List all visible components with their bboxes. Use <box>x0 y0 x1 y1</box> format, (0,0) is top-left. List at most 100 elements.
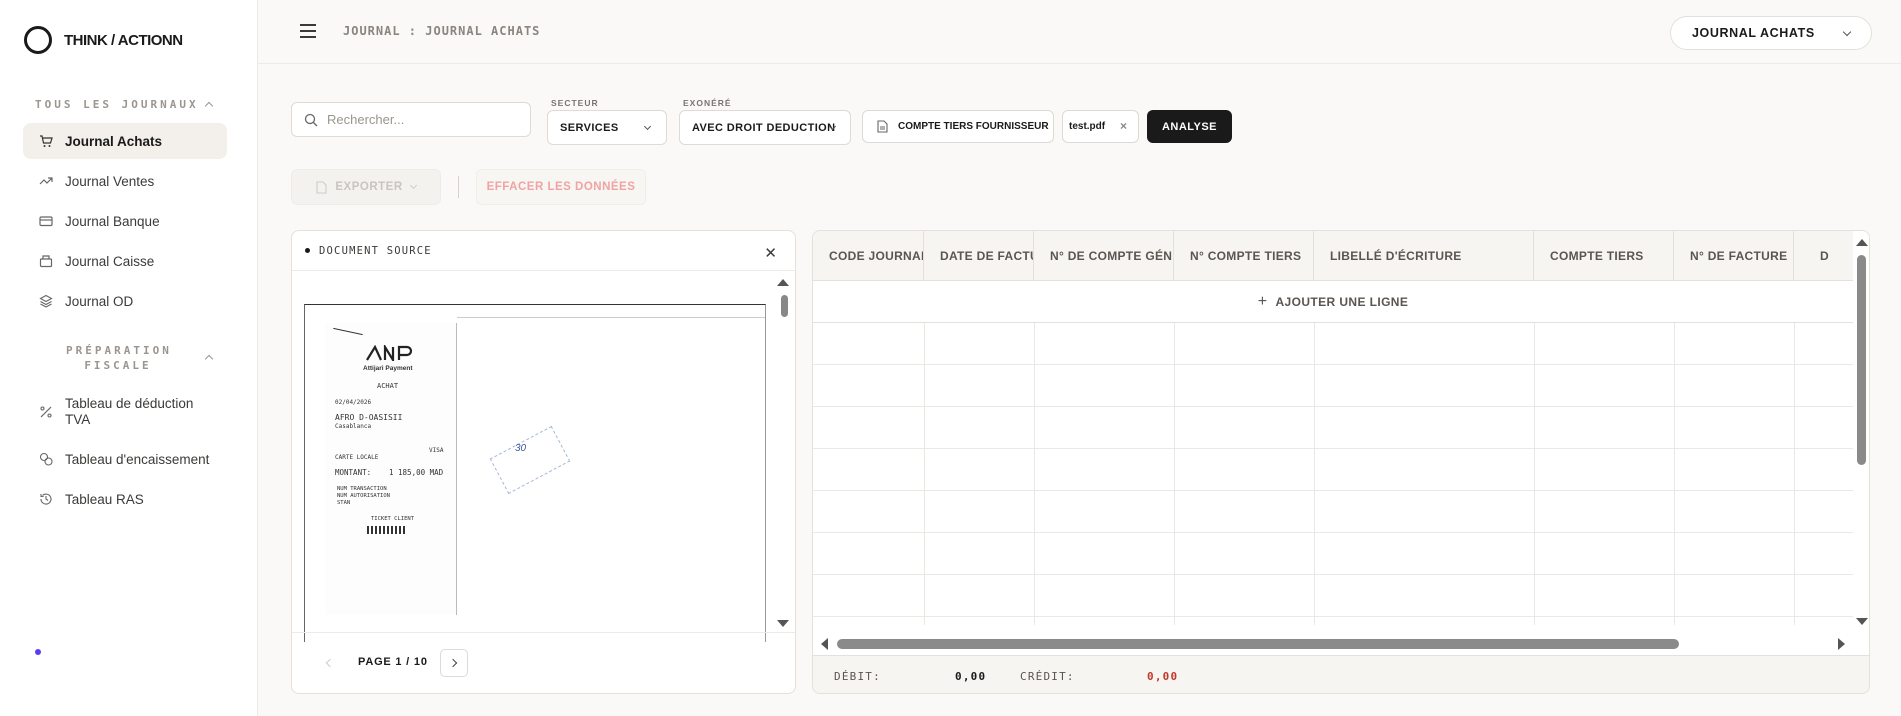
file-icon <box>316 180 327 194</box>
add-row-label: AJOUTER UNE LIGNE <box>1275 294 1409 309</box>
barcode-icon <box>367 526 407 534</box>
search-box[interactable] <box>291 102 531 137</box>
column-header-code-journal[interactable]: CODE JOURNAL <box>813 231 924 281</box>
receipt-merchant: AFRO D-OASISII <box>335 413 403 422</box>
sidebar-item-tableau-ras[interactable]: Tableau RAS <box>23 481 227 517</box>
sidebar-item-label: Journal OD <box>65 293 134 309</box>
table-row[interactable] <box>813 365 1853 407</box>
sidebar-item-label: Journal Ventes <box>65 173 155 189</box>
receipt-footer: TICKET CLIENT <box>371 516 415 522</box>
search-input[interactable] <box>327 112 507 127</box>
sidebar-item-journal-banque[interactable]: Journal Banque <box>23 203 227 239</box>
document-scrollbar-thumb[interactable] <box>781 295 788 317</box>
column-divider <box>1034 323 1035 625</box>
page-indicator: PAGE 1 / 10 <box>358 656 428 668</box>
journal-select-value: JOURNAL ACHATS <box>1692 26 1815 40</box>
logo-text: THINK / ACTIONN <box>64 31 183 49</box>
document-pagination: PAGE 1 / 10 <box>292 632 795 693</box>
sidebar-item-journal-od[interactable]: Journal OD <box>23 283 227 319</box>
debit-label: DÉBIT: <box>834 670 881 683</box>
secteur-select[interactable]: SERVICES <box>547 110 667 145</box>
sidebar-item-tableau-tva[interactable]: Tableau de déduction TVA <box>23 391 227 433</box>
sidebar-item-label: Journal Caisse <box>65 253 155 269</box>
exonere-value: AVEC DROIT DEDUCTION <box>692 121 836 134</box>
receipt-amount: 1 185,00 MAD <box>389 468 444 477</box>
column-header-compte-tiers[interactable]: COMPTE TIERS <box>1534 231 1674 281</box>
table-row[interactable] <box>813 407 1853 449</box>
stamp-mark <box>489 425 571 495</box>
export-button[interactable]: EXPORTER <box>291 169 441 205</box>
file-chip: test.pdf × <box>1062 110 1139 143</box>
column-header-d[interactable]: D <box>1794 231 1853 281</box>
document-viewer[interactable]: Attijari Payment ACHAT 02/04/2026 AFRO D… <box>304 304 766 642</box>
cart-icon <box>40 135 53 147</box>
file-name: test.pdf <box>1069 121 1106 132</box>
compte-tiers-button[interactable]: COMPTE TIERS FOURNISSEUR <box>862 110 1054 143</box>
chevron-up-icon[interactable] <box>204 101 214 111</box>
sidebar-item-journal-achats[interactable]: Journal Achats <box>23 123 227 159</box>
sidebar-item-label: Journal Banque <box>65 213 160 229</box>
plus-icon: + <box>1257 292 1268 310</box>
table-horizontal-scrollbar-thumb[interactable] <box>837 639 1679 649</box>
scan-edge <box>457 317 765 318</box>
section-title-journaux[interactable]: TOUS LES JOURNAUX <box>35 98 199 111</box>
column-divider <box>924 323 925 625</box>
add-row-button[interactable]: + AJOUTER UNE LIGNE <box>813 281 1853 323</box>
table-row[interactable] <box>813 575 1853 617</box>
chevron-right-icon <box>448 658 457 668</box>
scroll-down-icon[interactable] <box>1856 618 1868 625</box>
sidebar-item-journal-ventes[interactable]: Journal Ventes <box>23 163 227 199</box>
sidebar-item-tableau-encaissement[interactable]: Tableau d'encaissement <box>23 441 227 477</box>
menu-icon[interactable] <box>300 24 316 38</box>
column-header-compte-tiers-num[interactable]: N° COMPTE TIERS <box>1174 231 1314 281</box>
section-title-fiscale-line2[interactable]: FISCALE <box>66 359 170 372</box>
trending-up-icon <box>39 177 53 185</box>
column-header-num-facture[interactable]: N° DE FACTURE <box>1674 231 1794 281</box>
exonere-label: EXONÉRÉ <box>683 98 732 108</box>
receipt-type: ACHAT <box>377 382 399 390</box>
clear-data-button[interactable]: EFFACER LES DONNÉES <box>476 169 646 205</box>
table-row[interactable] <box>813 533 1853 575</box>
logo[interactable]: THINK / ACTIONN <box>24 26 183 54</box>
sidebar: THINK / ACTIONN TOUS LES JOURNAUX Journa… <box>0 0 258 716</box>
chevron-down-icon <box>1842 27 1852 37</box>
table-row[interactable] <box>813 323 1853 365</box>
column-divider <box>1534 323 1535 625</box>
receipt-date: 02/04/2026 <box>335 399 372 406</box>
receipt-mark <box>333 327 363 336</box>
bank-logo-icon <box>366 345 413 361</box>
next-page-button[interactable] <box>440 649 468 677</box>
breadcrumb: JOURNAL : JOURNAL ACHATS <box>343 24 541 38</box>
exonere-select[interactable]: AVEC DROIT DEDUCTION <box>679 110 851 145</box>
sidebar-item-journal-caisse[interactable]: Journal Caisse <box>23 243 227 279</box>
chevron-up-icon[interactable] <box>204 354 214 364</box>
handwritten-note: 30 <box>515 443 527 454</box>
remove-file-icon[interactable]: × <box>1120 119 1127 133</box>
receipt-image: Attijari Payment ACHAT 02/04/2026 AFRO D… <box>325 323 457 615</box>
sidebar-item-label: Tableau de déduction TVA <box>65 396 194 427</box>
analyse-button[interactable]: ANALYSE <box>1147 110 1232 143</box>
table-row[interactable] <box>813 491 1853 533</box>
debit-value: 0,00 <box>955 670 987 683</box>
prev-page-button[interactable] <box>316 649 344 677</box>
sidebar-item-label: Tableau RAS <box>65 491 144 507</box>
scroll-right-icon[interactable] <box>1838 638 1845 650</box>
column-header-date-facture[interactable]: DATE DE FACTURE <box>924 231 1034 281</box>
journal-select[interactable]: JOURNAL ACHATS <box>1670 16 1872 50</box>
status-dot <box>35 649 41 655</box>
table-vertical-scrollbar-thumb[interactable] <box>1857 255 1866 465</box>
logo-circle-icon <box>24 26 52 54</box>
receipt-stan-label: STAN <box>337 500 351 506</box>
section-title-fiscale-line1[interactable]: PRÉPARATION <box>66 344 170 357</box>
receipt-auth-label: NUM AUTORISATION <box>337 493 390 499</box>
column-divider <box>1794 323 1795 625</box>
column-header-compte-general[interactable]: N° DE COMPTE GÉNÉRAL <box>1034 231 1174 281</box>
scroll-left-icon[interactable] <box>821 638 828 650</box>
column-header-libelle[interactable]: LIBELLÉ D'ÉCRITURE <box>1314 231 1534 281</box>
table-row[interactable] <box>813 449 1853 491</box>
chevron-left-icon <box>325 658 335 668</box>
close-icon[interactable]: ✕ <box>764 244 777 262</box>
scroll-down-icon[interactable] <box>777 620 789 627</box>
scroll-up-icon[interactable] <box>777 279 789 286</box>
scroll-up-icon[interactable] <box>1856 239 1868 246</box>
